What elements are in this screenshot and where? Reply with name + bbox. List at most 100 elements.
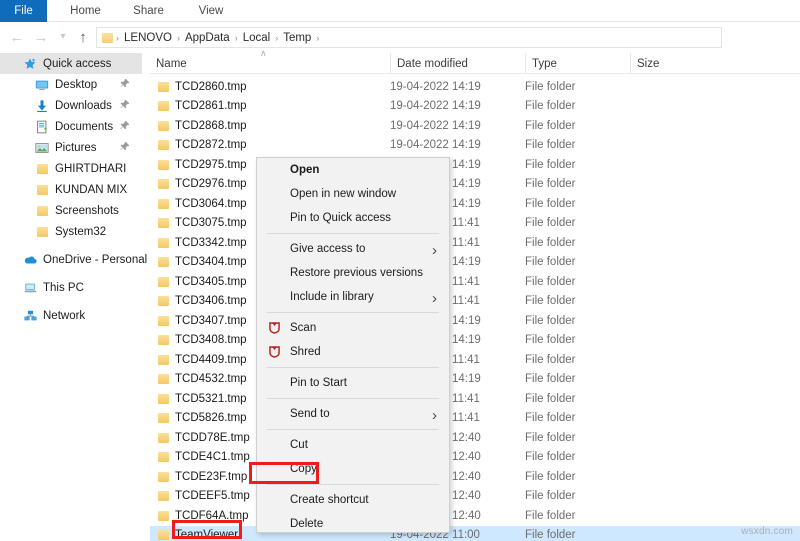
table-row[interactable]: TCD2868.tmp 19-04-2022 14:19 File folder <box>150 116 800 136</box>
table-row[interactable]: TCDF64A.tmp19-04-2022 12:40File folder <box>150 506 800 526</box>
table-row[interactable]: TCD2872.tmp 19-04-2022 14:19 File folder <box>150 136 800 156</box>
table-row[interactable]: TCDE23F.tmp19-04-2022 12:40File folder <box>150 467 800 487</box>
menu-item-give-access-to[interactable]: Give access to › <box>257 237 449 261</box>
column-header-type[interactable]: Type <box>525 53 630 74</box>
file-name-cell[interactable]: TCDE23F.tmp <box>158 471 247 483</box>
menu-item-cut[interactable]: Cut <box>257 433 449 457</box>
tab-view[interactable]: View <box>191 0 231 22</box>
table-row[interactable]: TCDEEF5.tmp19-04-2022 12:40File folder <box>150 487 800 507</box>
table-row[interactable]: TCD3404.tmp19-04-2022 14:19File folder <box>150 253 800 273</box>
tab-home[interactable]: Home <box>63 0 108 22</box>
menu-item-open-in-new-window[interactable]: Open in new window <box>257 182 449 206</box>
recent-locations-button[interactable]: ▾ <box>52 22 74 52</box>
file-name-cell[interactable]: TCD4409.tmp <box>158 354 247 366</box>
sidebar-item-pictures[interactable]: Pictures <box>0 137 142 158</box>
pin-icon[interactable] <box>116 118 132 134</box>
column-header-name[interactable]: Name ∧ <box>150 48 390 74</box>
column-header-date[interactable]: Date modified <box>390 53 525 74</box>
file-type-cell: File folder <box>525 217 576 230</box>
table-row[interactable]: TeamViewer 19-04-2022 11:00 File folder <box>150 525 800 541</box>
menu-item-restore-previous-versions[interactable]: Restore previous versions <box>257 261 449 285</box>
file-name-cell[interactable]: TCD2976.tmp <box>158 178 247 190</box>
file-name-cell[interactable]: TCD3407.tmp <box>158 315 247 327</box>
menu-item-open[interactable]: Open <box>257 158 449 182</box>
file-name-cell[interactable]: TCDF64A.tmp <box>158 510 249 522</box>
table-row[interactable]: TCD2975.tmp19-04-2022 14:19File folder <box>150 155 800 175</box>
menu-item-delete[interactable]: Delete <box>257 512 449 536</box>
sidebar-item-onedrive-personal[interactable]: OneDrive - Personal <box>0 249 147 270</box>
table-row[interactable]: TCD3408.tmp19-04-2022 14:19File folder <box>150 331 800 351</box>
sidebar-item-screenshots[interactable]: Screenshots <box>0 200 142 221</box>
file-name-cell[interactable]: TCD5826.tmp <box>158 412 247 424</box>
pin-icon[interactable] <box>116 97 132 113</box>
file-name-cell[interactable]: TCD3406.tmp <box>158 295 247 307</box>
sidebar-item-downloads[interactable]: Downloads <box>0 95 142 116</box>
file-name-cell[interactable]: TCD3408.tmp <box>158 334 247 346</box>
table-row[interactable]: TCDD78E.tmp19-04-2022 12:40File folder <box>150 428 800 448</box>
breadcrumb-item-local[interactable]: Local <box>239 32 275 44</box>
file-name-cell[interactable]: TCDD78E.tmp <box>158 432 250 444</box>
sidebar-item-quick-access[interactable]: Quick access <box>0 53 142 74</box>
sidebar-item-system32[interactable]: System32 <box>0 221 142 242</box>
table-row[interactable]: TCD5826.tmp19-04-2022 11:41File folder <box>150 409 800 429</box>
breadcrumb-item-appdata[interactable]: AppData <box>181 32 234 44</box>
table-row[interactable]: TCD2861.tmp 19-04-2022 14:19 File folder <box>150 97 800 117</box>
file-name-cell[interactable]: TCD3064.tmp <box>158 198 247 210</box>
file-name-cell[interactable]: TCD3342.tmp <box>158 237 247 249</box>
table-row[interactable]: TCD4409.tmp19-04-2022 11:41File folder <box>150 350 800 370</box>
file-name-cell[interactable]: TCD2975.tmp <box>158 159 247 171</box>
table-row[interactable]: TCD3405.tmp19-04-2022 11:41File folder <box>150 272 800 292</box>
sidebar-item-desktop[interactable]: Desktop <box>0 74 142 95</box>
pin-icon[interactable] <box>116 139 132 155</box>
context-menu[interactable]: Open Open in new window Pin to Quick acces… <box>256 157 450 533</box>
table-row[interactable]: TCD3407.tmp19-04-2022 14:19File folder <box>150 311 800 331</box>
up-button[interactable]: ↑ <box>72 22 94 52</box>
sidebar-item-ghirtdhari[interactable]: GHIRTDHARI <box>0 158 142 179</box>
column-header-size[interactable]: Size <box>630 53 720 74</box>
menu-item-rename[interactable]: Rename <box>257 536 449 541</box>
table-row[interactable]: TCD2860.tmp 19-04-2022 14:19 File folder <box>150 77 800 97</box>
sidebar-item-kundan-mix[interactable]: KUNDAN MIX <box>0 179 142 200</box>
table-row[interactable]: TCD3075.tmp19-04-2022 11:41File folder <box>150 214 800 234</box>
file-name-cell[interactable]: TCD5321.tmp <box>158 393 247 405</box>
menu-item-create-shortcut[interactable]: Create shortcut <box>257 488 449 512</box>
file-name-cell[interactable]: TCDE4C1.tmp <box>158 451 250 463</box>
tab-file[interactable]: File <box>0 0 47 22</box>
file-list: Name ∧ Date modified Type Size TCD2860.t… <box>150 48 800 541</box>
sidebar-item-this-pc[interactable]: This PC <box>0 277 142 298</box>
file-name-cell[interactable]: TCDEEF5.tmp <box>158 490 250 502</box>
file-name-cell[interactable]: TCD4532.tmp <box>158 373 247 385</box>
menu-item-pin-to-quick-access[interactable]: Pin to Quick access <box>257 206 449 230</box>
table-row[interactable]: TCD3406.tmp19-04-2022 11:41File folder <box>150 292 800 312</box>
sidebar-item-network[interactable]: Network <box>0 305 142 326</box>
file-name-cell[interactable]: TCD3405.tmp <box>158 276 247 288</box>
table-row[interactable]: TCD5321.tmp19-04-2022 11:41File folder <box>150 389 800 409</box>
menu-item-copy[interactable]: Copy <box>257 457 449 481</box>
table-row[interactable]: TCD4532.tmp19-04-2022 14:19File folder <box>150 370 800 390</box>
table-row[interactable]: TCD3342.tmp19-04-2022 11:41File folder <box>150 233 800 253</box>
table-row[interactable]: TCD2976.tmp19-04-2022 14:19File folder <box>150 175 800 195</box>
menu-item-include-in-library[interactable]: Include in library › <box>257 285 449 309</box>
menu-item-pin-to-start[interactable]: Pin to Start <box>257 371 449 395</box>
picture-icon <box>34 140 50 156</box>
pin-icon[interactable] <box>116 76 132 92</box>
breadcrumb-item-temp[interactable]: Temp <box>279 32 315 44</box>
file-name-cell[interactable]: TCD3075.tmp <box>158 217 247 229</box>
back-button[interactable]: ← <box>6 22 28 52</box>
menu-item-scan[interactable]: Scan <box>257 316 449 340</box>
file-name-cell[interactable]: TCD2872.tmp <box>158 139 247 151</box>
breadcrumb[interactable]: › LENOVO › AppData › Local › Temp › <box>96 27 722 48</box>
table-row[interactable]: TCDE4C1.tmp19-04-2022 12:40File folder <box>150 448 800 468</box>
file-name-cell[interactable]: TCD3404.tmp <box>158 256 247 268</box>
file-name-cell[interactable]: TCD2860.tmp <box>158 81 247 93</box>
table-row[interactable]: TCD3064.tmp19-04-2022 14:19File folder <box>150 194 800 214</box>
breadcrumb-item-lenovo[interactable]: LENOVO <box>120 32 176 44</box>
tab-share[interactable]: Share <box>126 0 171 22</box>
file-name-cell[interactable]: TCD2861.tmp <box>158 100 247 112</box>
sidebar-item-documents[interactable]: Documents <box>0 116 142 137</box>
menu-item-send-to[interactable]: Send to › <box>257 402 449 426</box>
file-name-cell[interactable]: TeamViewer <box>158 529 238 541</box>
file-name-cell[interactable]: TCD2868.tmp <box>158 120 247 132</box>
menu-item-shred[interactable]: Shred <box>257 340 449 364</box>
forward-button[interactable]: → <box>30 22 52 52</box>
